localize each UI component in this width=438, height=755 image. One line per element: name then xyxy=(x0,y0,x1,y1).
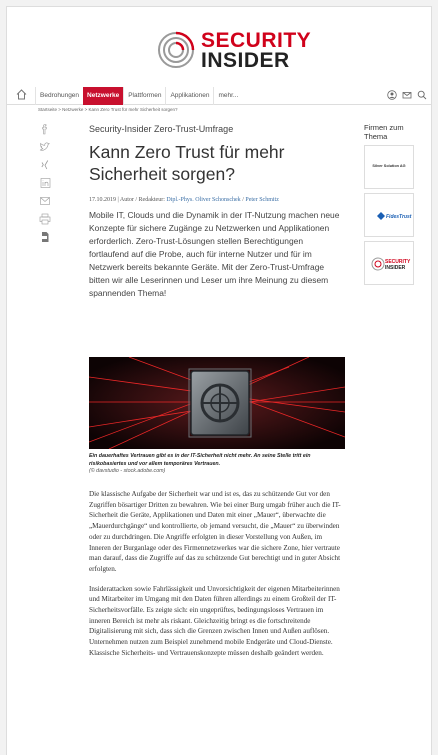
email-icon[interactable] xyxy=(38,195,52,207)
logo-mark-icon xyxy=(158,31,195,68)
main-nav: Bedrohungen Netzwerke Plattformen Applik… xyxy=(7,87,431,105)
company-card-silver-solution[interactable]: Silver Solution AG xyxy=(364,145,414,189)
sidebar-heading: Firmen zum Thema xyxy=(364,123,404,141)
facebook-icon[interactable] xyxy=(38,123,52,135)
article-title: Kann Zero Trust für mehr Sicherheit sorg… xyxy=(89,142,285,184)
page: SECURITY INSIDER Bedrohungen Netzwerke P… xyxy=(6,6,432,755)
article-body: Die klassische Aufgabe der Sicherheit wa… xyxy=(89,489,345,668)
linkedin-icon[interactable] xyxy=(38,177,52,189)
company-card-security-insider[interactable]: SECURITY INSIDER xyxy=(364,241,414,285)
share-bar xyxy=(38,123,52,249)
nav-item-bedrohungen[interactable]: Bedrohungen xyxy=(35,87,83,105)
article-lead: Mobile IT, Clouds und die Dynamik in der… xyxy=(89,210,340,298)
mail-icon[interactable] xyxy=(402,90,412,100)
twitter-icon[interactable] xyxy=(38,141,52,153)
fidestrust-logo: FidesTrust xyxy=(377,212,412,220)
nav-items: Bedrohungen Netzwerke Plattformen Applik… xyxy=(35,87,242,105)
image-caption: Ein dauerhaftes Vertrauen gibt es in der… xyxy=(89,453,345,476)
xing-icon[interactable] xyxy=(38,159,52,171)
user-icon[interactable] xyxy=(387,90,397,100)
search-icon[interactable] xyxy=(417,90,427,100)
caption-text: Ein dauerhaftes Vertrauen gibt es in der… xyxy=(89,453,311,467)
author-link-schonschek[interactable]: Dipl.-Phys. Oliver Schonschek xyxy=(166,197,240,203)
site-logo[interactable]: SECURITY INSIDER xyxy=(157,27,311,83)
nav-item-applikationen[interactable]: Applikationen xyxy=(165,87,213,105)
breadcrumb[interactable]: Startseite > Netzwerke > Kann Zero Trust… xyxy=(38,107,178,112)
nav-item-netzwerke[interactable]: Netzwerke xyxy=(83,87,124,105)
company-card-fidestrust[interactable]: FidesTrust xyxy=(364,193,414,237)
sidebar: Firmen zum Thema Silver Solution AG Fide… xyxy=(364,123,414,285)
body-paragraph: Die klassische Aufgabe der Sicherheit wa… xyxy=(89,490,341,573)
pdf-icon[interactable] xyxy=(38,231,52,243)
svg-text:INSIDER: INSIDER xyxy=(385,265,406,271)
company-name: Silver Solution AG xyxy=(372,164,406,168)
author-link-schmitz[interactable]: Peter Schmitz xyxy=(245,197,279,203)
article-date: 17.10.2019 | Autor / Redakteur: xyxy=(89,197,167,203)
nav-item-plattformen[interactable]: Plattformen xyxy=(123,87,165,105)
security-insider-mini-logo: SECURITY INSIDER xyxy=(371,257,411,271)
home-icon[interactable] xyxy=(16,89,27,100)
hero-image[interactable] xyxy=(89,357,345,449)
article: Security-Insider Zero-Trust-Umfrage Kann… xyxy=(89,123,345,657)
image-credit: (© davstudio - stock.adobe.com) xyxy=(89,468,166,475)
nav-item-mehr[interactable]: mehr... xyxy=(213,87,242,105)
article-kicker: Security-Insider Zero-Trust-Umfrage xyxy=(89,124,234,134)
nav-utilities xyxy=(387,90,427,100)
body-paragraph: Insiderattacken sowie Fahrlässigkeit und… xyxy=(89,584,340,657)
fidestrust-wordmark: FidesTrust xyxy=(386,214,412,220)
print-icon[interactable] xyxy=(38,213,52,225)
logo-line-insider: INSIDER xyxy=(201,49,290,72)
vault-door-illustration xyxy=(89,357,345,449)
article-meta: 17.10.2019 | Autor / Redakteur: Dipl.-Ph… xyxy=(89,197,345,203)
